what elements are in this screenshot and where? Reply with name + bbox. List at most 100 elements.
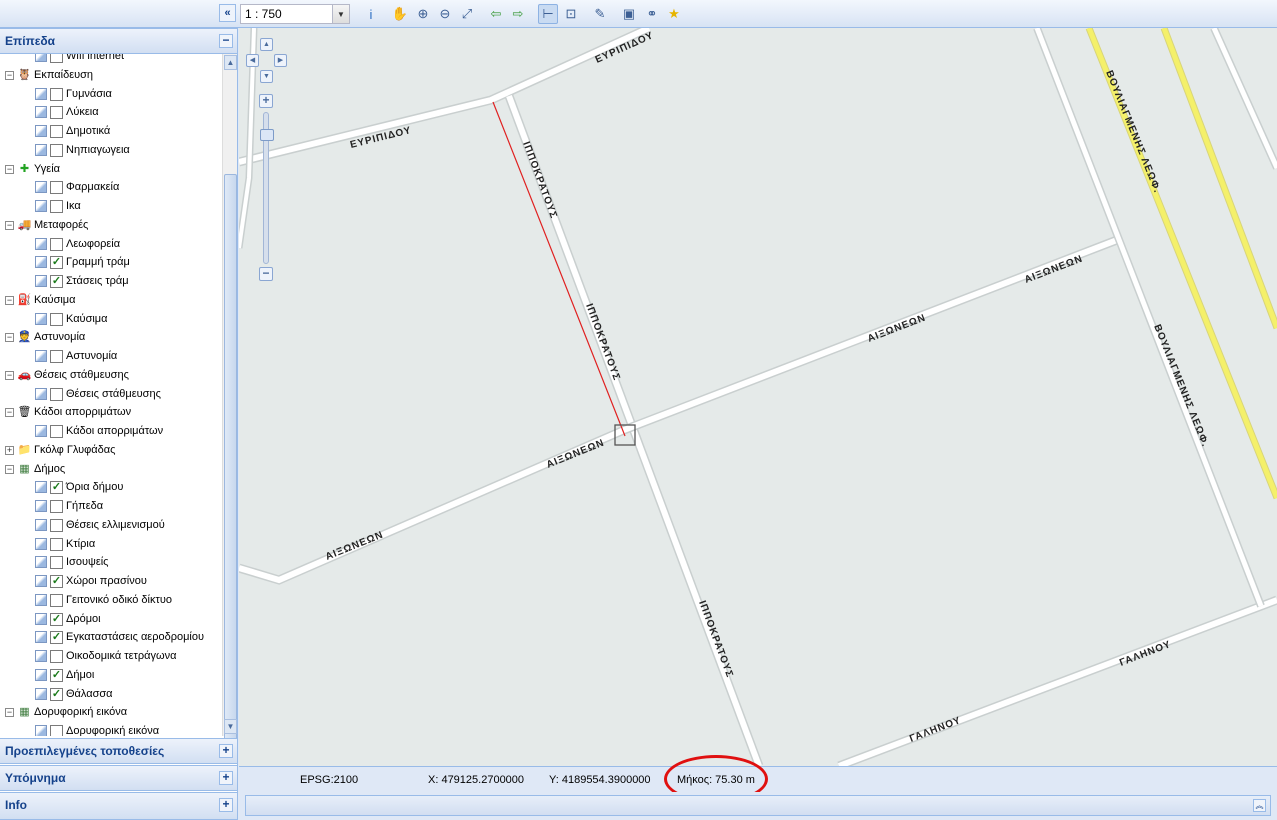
layer-checkbox[interactable]: ✓ (50, 687, 63, 701)
layer-group[interactable]: + 📁 Γκόλφ Γλυφάδας (0, 441, 222, 459)
bottom-panel-header[interactable]: ︽ (245, 795, 1271, 816)
layer-checkbox[interactable] (50, 312, 63, 326)
layer-checkbox[interactable] (50, 500, 63, 513)
layer-group[interactable]: − ⛽ Καύσιμα (0, 291, 222, 309)
layer-group[interactable]: − ▦ Δορυφορική εικόνα (0, 703, 222, 721)
layer-checkbox[interactable] (50, 725, 63, 736)
layer-checkbox[interactable]: ✓ (50, 612, 63, 626)
collapse-icon[interactable]: − (219, 34, 233, 48)
layer-item[interactable]: Δημοτικά (0, 122, 222, 140)
layer-tree-scrollbar[interactable]: ▲ ▼ (222, 54, 237, 744)
layer-checkbox[interactable] (50, 143, 63, 157)
layer-item[interactable]: Ικα (0, 197, 222, 215)
layer-checkbox[interactable]: ✓ (50, 481, 63, 495)
layer-item[interactable]: Δορυφορική εικόνα (0, 722, 222, 736)
layer-item[interactable]: Λεωφορεία (0, 235, 222, 253)
layer-group[interactable]: − 🚚 Μεταφορές (0, 216, 222, 234)
map-canvas[interactable]: ΕΥΡΙΠΙΔΟΥ ΕΥΡΙΠΙΔΟΥ ΙΠΠΟΚΡΑΤΟΥΣ ΙΠΠΟΚΡΑΤ… (239, 28, 1277, 766)
zoom-in-button[interactable]: ⊕ (413, 4, 433, 24)
print-map-button[interactable]: ✎ (590, 4, 610, 24)
locations-panel-header[interactable]: Προεπιλεγμένες τοποθεσίες + (0, 738, 237, 764)
layer-group[interactable]: − 🚗 Θέσεις στάθμευσης (0, 366, 222, 384)
expand-icon[interactable]: + (219, 771, 233, 785)
layer-item[interactable]: Γήπεδα (0, 497, 222, 515)
layer-checkbox[interactable]: ✓ (50, 256, 63, 270)
pan-east-icon[interactable]: ▶ (274, 54, 287, 67)
layer-item[interactable]: Κτίρια (0, 535, 222, 553)
layer-item[interactable]: Νηπιαγωγεια (0, 141, 222, 159)
collapse-toggle-icon[interactable]: − (5, 70, 14, 80)
layer-group[interactable]: − 🗑 Κάδοι απορριμάτων (0, 403, 222, 421)
layer-group[interactable]: − ▦ Δήμος (0, 460, 222, 478)
layer-item[interactable]: ✓ Εγκαταστάσεις αεροδρομίου (0, 628, 222, 646)
layer-checkbox[interactable]: ✓ (50, 668, 63, 682)
pan-hand-button[interactable]: ✋ (390, 4, 410, 24)
collapse-toggle-icon[interactable]: − (5, 333, 14, 343)
layer-item[interactable]: ✓ Στάσεις τράμ (0, 272, 222, 290)
layer-checkbox[interactable] (50, 556, 63, 570)
layer-item[interactable]: Κάδοι απορριμάτων (0, 422, 222, 440)
collapse-toggle-icon[interactable]: − (5, 708, 14, 718)
layer-checkbox[interactable]: ✓ (50, 631, 63, 645)
layer-checkbox[interactable] (50, 518, 63, 532)
layer-item[interactable]: ✓ Χώροι πρασίνου (0, 572, 222, 590)
layer-checkbox[interactable] (50, 350, 63, 363)
layer-item[interactable]: Wifi internet (0, 54, 222, 65)
full-extent-button[interactable]: ⤢ (457, 4, 477, 24)
scroll-up-icon[interactable]: ▲ (224, 55, 237, 70)
layer-checkbox[interactable] (50, 425, 63, 438)
export-image-button[interactable]: ▣ (619, 4, 639, 24)
layer-checkbox[interactable] (50, 537, 63, 551)
collapse-toggle-icon[interactable]: − (5, 295, 14, 305)
measure-area-button[interactable]: ⊡ (561, 4, 581, 24)
collapse-left-panel-button[interactable]: « (219, 4, 236, 22)
chevron-down-icon[interactable]: ▼ (332, 5, 349, 23)
zoom-slider-thumb[interactable] (260, 129, 274, 141)
zoom-out-button[interactable]: ⊖ (435, 4, 455, 24)
layer-item[interactable]: Αστυνομία (0, 347, 222, 365)
layer-group[interactable]: − 👮 Αστυνομία (0, 328, 222, 346)
layer-checkbox[interactable] (50, 181, 63, 195)
layer-checkbox[interactable] (50, 106, 63, 120)
collapse-toggle-icon[interactable]: − (5, 370, 14, 380)
collapse-toggle-icon[interactable]: − (5, 464, 14, 474)
pan-north-icon[interactable]: ▲ (260, 38, 273, 51)
history-forward-button[interactable]: ⇨ (508, 4, 528, 24)
layer-checkbox[interactable] (50, 87, 63, 101)
collapse-toggle-icon[interactable]: − (5, 408, 14, 418)
zoom-in-button[interactable]: + (259, 94, 273, 108)
info-button[interactable]: i (361, 4, 381, 24)
layer-checkbox[interactable] (50, 125, 63, 138)
binoculars-button[interactable]: ⚭ (642, 4, 662, 24)
expand-up-icon[interactable]: ︽ (1253, 799, 1266, 812)
layer-item[interactable]: Ισουψείς (0, 553, 222, 571)
expand-toggle-icon[interactable]: + (5, 445, 14, 455)
layer-checkbox[interactable]: ✓ (50, 575, 63, 588)
layer-item[interactable]: ✓ Γραμμή τράμ (0, 253, 222, 271)
layer-group[interactable]: − ✚ Υγεία (0, 160, 222, 178)
layer-checkbox[interactable] (50, 237, 63, 251)
layer-item[interactable]: Γυμνάσια (0, 85, 222, 103)
collapse-toggle-icon[interactable]: − (5, 220, 14, 230)
layer-checkbox[interactable] (50, 593, 63, 607)
layer-checkbox[interactable] (50, 54, 63, 63)
layer-item[interactable]: ✓ Δρόμοι (0, 610, 222, 628)
layer-item[interactable]: Οικοδομικά τετράγωνα (0, 647, 222, 665)
scrollbar-thumb[interactable] (224, 174, 237, 744)
measure-length-button[interactable]: ⊢ (538, 4, 558, 24)
layer-item[interactable]: Θέσεις ελλιμενισμού (0, 516, 222, 534)
scale-select[interactable]: 1 : 750 ▼ (240, 4, 350, 24)
layer-checkbox[interactable] (50, 650, 63, 663)
layer-item[interactable]: ✓ Δήμοι (0, 666, 222, 684)
layer-item[interactable]: Καύσιμα (0, 310, 222, 328)
collapse-toggle-icon[interactable]: − (5, 164, 14, 174)
expand-icon[interactable]: + (219, 744, 233, 758)
scroll-down-icon[interactable]: ▼ (224, 719, 237, 734)
layer-item[interactable]: Θέσεις στάθμευσης (0, 385, 222, 403)
favorites-star-button[interactable]: ★ (664, 4, 684, 24)
layer-group[interactable]: − 🦉 Εκπαίδευση (0, 66, 222, 84)
layer-checkbox[interactable] (50, 200, 63, 213)
pan-west-icon[interactable]: ◀ (246, 54, 259, 67)
history-back-button[interactable]: ⇦ (486, 4, 506, 24)
layer-checkbox[interactable] (50, 387, 63, 401)
